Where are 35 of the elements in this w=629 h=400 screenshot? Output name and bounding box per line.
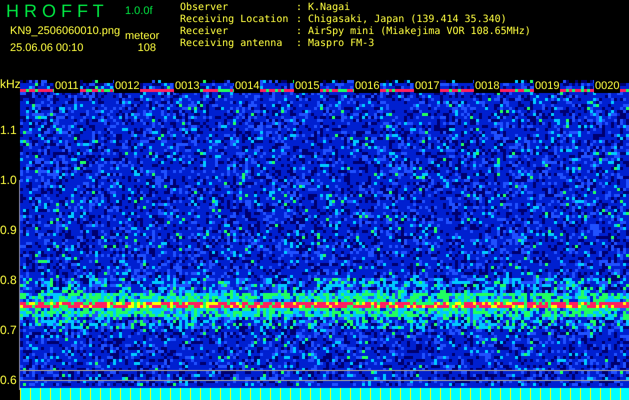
meteor-count: 108 xyxy=(138,41,156,56)
time-label: 0018 xyxy=(474,80,500,93)
info-value: Chigasaki, Japan (139.414 35.340) xyxy=(308,14,507,26)
time-label: 0014 xyxy=(234,80,260,93)
version-label: 1.0.0f xyxy=(125,4,153,19)
time-label: 0016 xyxy=(354,80,380,93)
colon: : xyxy=(296,38,304,50)
frequency-label: 0.9 xyxy=(0,223,17,237)
frequency-label: 0.8 xyxy=(0,273,17,287)
frequency-label: 0.7 xyxy=(0,323,17,337)
info-value: Maspro FM-3 xyxy=(308,38,374,50)
info-value: K.Nagai xyxy=(308,2,350,14)
info-value: AirSpy mini (Miakejima VOR 108.65MHz) xyxy=(308,26,531,38)
frequency-label: 0.6 xyxy=(0,373,17,387)
time-label: 0017 xyxy=(414,80,440,93)
time-label: 0013 xyxy=(174,80,200,93)
time-label: 0015 xyxy=(294,80,320,93)
axis-unit: kHz xyxy=(0,76,21,93)
info-label: Receiving antenna xyxy=(180,38,284,50)
date-time: 25.06.06 00:10 xyxy=(10,41,84,56)
time-label: 0012 xyxy=(114,80,140,93)
time-label: 0011 xyxy=(54,80,80,93)
time-label: 0019 xyxy=(534,80,560,93)
meteor-label: meteor xyxy=(125,29,160,43)
app-title: H R O F F T xyxy=(6,1,104,21)
info-label: Receiving Location xyxy=(180,14,290,26)
frequency-label: 1.1 xyxy=(0,123,17,137)
file-name: KN9_2506060010.png xyxy=(10,24,120,39)
time-label: 0020 xyxy=(594,80,620,93)
colon: : xyxy=(296,2,304,14)
colon: : xyxy=(296,14,304,26)
info-label: Receiver xyxy=(180,26,230,38)
frequency-label: 1.0 xyxy=(0,173,17,187)
colon: : xyxy=(296,26,304,38)
info-label: Observer xyxy=(180,2,230,14)
